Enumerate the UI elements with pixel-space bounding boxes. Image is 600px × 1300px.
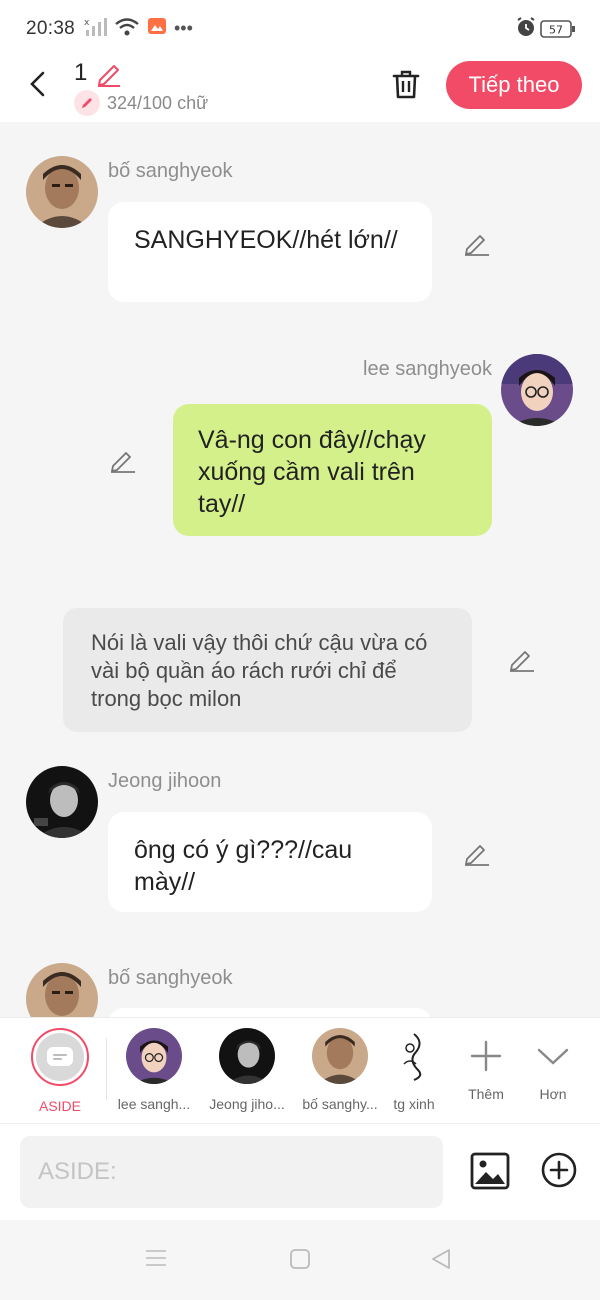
no-signal-icon: x — [84, 16, 110, 43]
character-name: bố sanghy... — [302, 1096, 378, 1112]
aside-label: ASIDE — [38, 1098, 81, 1114]
edit-message-icon[interactable] — [462, 838, 492, 868]
edit-message-icon[interactable] — [108, 445, 138, 475]
avatar — [394, 1028, 434, 1084]
more-label: Hơn — [539, 1086, 567, 1102]
message-bubble[interactable]: Vâ-ng con đây//chạy xuống cầm vali trên … — [173, 404, 492, 536]
edit-title-icon[interactable] — [94, 58, 124, 93]
character-name: Jeong jiho... — [209, 1096, 285, 1112]
aside-character[interactable]: ASIDE — [13, 1028, 107, 1114]
delete-button[interactable] — [386, 64, 426, 104]
message-text: SANGHYEOK//hét lớn// — [134, 226, 398, 254]
avatar[interactable] — [26, 156, 98, 228]
status-time: 20:38 — [26, 18, 76, 39]
aside-avatar — [31, 1028, 89, 1086]
character-name: lee sangh... — [117, 1096, 191, 1112]
wifi-icon — [114, 16, 140, 43]
home-icon[interactable] — [289, 1248, 311, 1275]
avatar[interactable] — [26, 766, 98, 838]
message-bubble[interactable]: SANGHYEOK//hét lớn// — [108, 202, 432, 302]
chat-bubble-icon — [36, 1033, 84, 1081]
gallery-notification-icon — [147, 16, 167, 41]
avatar — [312, 1028, 368, 1084]
avatar — [219, 1028, 275, 1084]
message-text: ông có ý gì???//cau mày// — [134, 836, 353, 896]
character-item[interactable]: Jeong jiho... — [200, 1028, 294, 1112]
image-icon[interactable] — [469, 1151, 511, 1193]
input-bar — [0, 1123, 600, 1220]
editor-header: 1 324/100 chữ Tiếp theo — [0, 56, 600, 122]
status-bar: 20:38 x ••• 57 — [0, 0, 600, 56]
menu-icon[interactable] — [145, 1248, 167, 1273]
svg-text:x: x — [84, 18, 90, 28]
message-bubble[interactable] — [108, 1008, 432, 1017]
svg-text:57: 57 — [549, 24, 563, 37]
character-item[interactable]: lee sangh... — [107, 1028, 201, 1112]
aside-bubble[interactable]: Nói là vali vậy thôi chứ cậu vừa có vài … — [63, 608, 472, 732]
chapter-number: 1 — [74, 59, 88, 86]
message-text: Vâ-ng con đây//chạy xuống cầm vali trên … — [198, 426, 426, 518]
avatar[interactable] — [501, 354, 573, 426]
character-name: tg xinh — [393, 1096, 435, 1112]
trash-icon — [392, 70, 420, 99]
add-circle-icon[interactable] — [540, 1151, 578, 1189]
sender-name: bố sanghyeok — [108, 967, 233, 989]
character-item[interactable]: bố sanghy... — [293, 1028, 387, 1112]
message-bubble[interactable]: ông có ý gì???//cau mày// — [108, 812, 432, 912]
aside-text: Nói là vali vậy thôi chứ cậu vừa có vài … — [91, 630, 428, 711]
sender-name: bố sanghyeok — [108, 160, 233, 182]
pencil-badge-icon — [74, 90, 100, 116]
avatar[interactable] — [26, 963, 98, 1017]
battery-icon: 57 — [540, 19, 576, 44]
sender-name: Jeong jihoon — [108, 770, 222, 792]
sender-name: lee sanghyeok — [363, 358, 492, 380]
system-nav-bar — [0, 1220, 600, 1300]
chevron-down-icon — [522, 1028, 584, 1084]
edit-message-icon[interactable] — [507, 644, 537, 674]
chat-area[interactable]: bố sanghyeok SANGHYEOK//hét lớn// lee sa… — [0, 122, 600, 1017]
message-input[interactable] — [20, 1136, 443, 1208]
word-count: 324/100 chữ — [107, 93, 209, 113]
add-label: Thêm — [468, 1086, 504, 1102]
back-triangle-icon[interactable] — [430, 1248, 452, 1275]
back-button[interactable] — [18, 64, 58, 104]
alarm-icon — [515, 16, 537, 43]
chevron-left-icon — [30, 71, 45, 97]
edit-message-icon[interactable] — [462, 228, 492, 258]
avatar — [126, 1028, 182, 1084]
next-button[interactable]: Tiếp theo — [446, 61, 582, 109]
plus-icon — [455, 1028, 517, 1084]
more-dots-icon: ••• — [174, 18, 193, 38]
character-item[interactable]: tg xinh — [383, 1028, 445, 1112]
add-character-button[interactable]: Thêm — [455, 1028, 517, 1102]
more-characters-button[interactable]: Hơn — [522, 1028, 584, 1102]
character-bar: ASIDE lee sangh... Jeong jiho... bố sang… — [0, 1017, 600, 1123]
